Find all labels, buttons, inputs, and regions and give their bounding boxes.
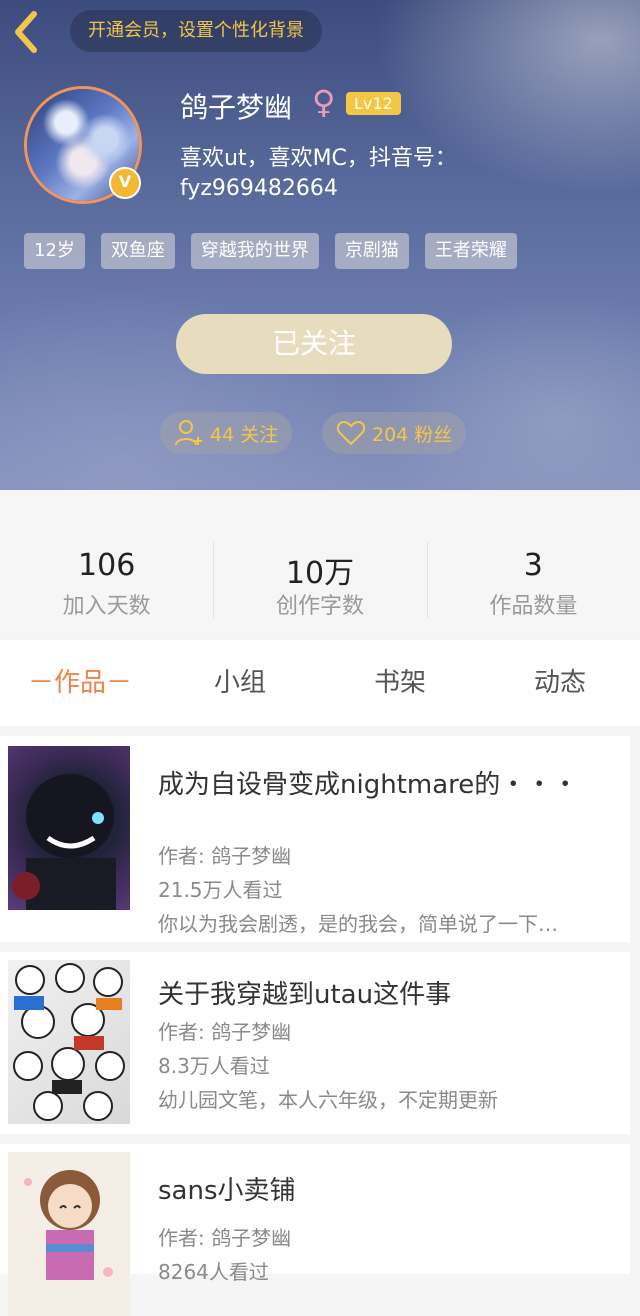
work-card[interactable]: 成为自设骨变成nightmare的・・・ 作者: 鸽子梦幽 21.5万人看过 你…: [0, 736, 630, 942]
work-author: 作者: 鸽子梦幽: [158, 844, 292, 868]
vip-background-banner[interactable]: 开通会员，设置个性化背景: [70, 10, 322, 52]
work-author: 作者: 鸽子梦幽: [158, 1020, 292, 1044]
user-bio: 喜欢ut，喜欢MC，抖音号：fyz969482664: [180, 146, 457, 201]
fans-label: 204 粉丝: [372, 423, 453, 446]
tab-groups[interactable]: 小组: [160, 640, 320, 726]
child-character-icon: [24, 1170, 113, 1280]
stat-join-days: 106 加入天数: [0, 490, 213, 638]
work-title: 成为自设骨变成nightmare的・・・: [158, 770, 579, 800]
stat-value: 3: [523, 548, 543, 583]
stat-label: 加入天数: [62, 594, 151, 619]
work-cover-image: [8, 746, 130, 910]
stat-label: 创作字数: [275, 594, 364, 619]
back-button[interactable]: [6, 10, 46, 54]
skull-figure-icon: [12, 774, 116, 910]
work-cover-image: [8, 960, 130, 1124]
tag-age: 12岁: [24, 233, 85, 269]
heart-icon: [336, 420, 366, 446]
following-label: 44 关注: [210, 423, 279, 446]
tag-zodiac: 双鱼座: [100, 233, 175, 269]
tag-list: 12岁 双鱼座 穿越我的世界 京剧猫 王者荣耀: [24, 233, 517, 269]
tag-interest: 京剧猫: [334, 233, 409, 269]
tab-bookshelf[interactable]: 书架: [320, 640, 480, 726]
female-gender-icon: ♀: [312, 83, 336, 121]
fans-count-button[interactable]: 204 粉丝: [322, 412, 467, 454]
stat-label: 作品数量: [489, 594, 578, 619]
work-title: 关于我穿越到utau这件事: [158, 980, 452, 1010]
user-plus-icon: [175, 420, 202, 446]
tag-interest: 穿越我的世界: [190, 233, 319, 269]
work-card[interactable]: sans小卖铺 作者: 鸽子梦幽 8264人看过: [0, 1144, 630, 1316]
work-summary: 幼儿园文笔，本人六年级，不定期更新: [158, 1088, 498, 1112]
work-cover-image: [8, 1152, 130, 1316]
stat-work-count: 3 作品数量: [426, 490, 640, 638]
profile-tabs: －作品－ 小组 书架 动态: [0, 640, 640, 726]
avatar[interactable]: V: [24, 86, 142, 204]
tab-activity[interactable]: 动态: [480, 640, 640, 726]
characters-collage-icon: [13, 963, 125, 1121]
profile-header: 开通会员，设置个性化背景 V 鸽子梦幽 ♀ Lv12 喜欢ut，喜欢MC，抖音号…: [0, 0, 640, 490]
verified-badge-icon: V: [109, 167, 141, 199]
work-card[interactable]: 关于我穿越到utau这件事 作者: 鸽子梦幽 8.3万人看过 幼儿园文笔，本人六…: [0, 952, 630, 1134]
work-views: 21.5万人看过: [158, 878, 283, 902]
tag-interest: 王者荣耀: [424, 233, 517, 269]
stat-value: 106: [78, 548, 136, 583]
stats-bar: 106 加入天数 10万 创作字数 3 作品数量: [0, 490, 640, 638]
work-summary: 你以为我会剧透，是的我会，简单说了一下…: [158, 912, 558, 936]
work-views: 8264人看过: [158, 1260, 269, 1284]
tab-works[interactable]: －作品－: [0, 640, 160, 726]
username: 鸽子梦幽: [180, 91, 293, 124]
following-count-button[interactable]: 44 关注: [160, 412, 293, 454]
chevron-left-icon: [15, 11, 37, 53]
work-title: sans小卖铺: [158, 1176, 296, 1206]
work-author: 作者: 鸽子梦幽: [158, 1226, 292, 1250]
stat-word-count: 10万 创作字数: [213, 490, 426, 638]
level-badge: Lv12: [346, 92, 401, 115]
followed-button[interactable]: 已关注: [176, 314, 452, 374]
work-views: 8.3万人看过: [158, 1054, 270, 1078]
stat-value: 10万: [285, 556, 355, 591]
